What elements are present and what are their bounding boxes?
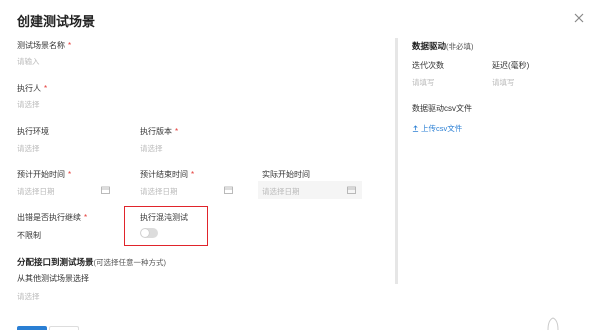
chaos-test-toggle[interactable]: [140, 228, 158, 238]
cancel-button[interactable]: [49, 326, 79, 330]
iterations-label: 迭代次数: [412, 61, 444, 70]
iterations-input[interactable]: 请填写: [412, 77, 435, 88]
confirm-button[interactable]: [17, 326, 47, 330]
upload-icon: [412, 125, 419, 132]
chaos-test-label: 执行混沌测试: [140, 213, 188, 222]
calendar-icon[interactable]: [224, 186, 233, 194]
plan-start-label: 预计开始时间 *: [17, 170, 72, 179]
continue-on-error-select[interactable]: 不限制: [17, 230, 41, 241]
env-label: 执行环境: [17, 127, 49, 136]
actual-start-date-input[interactable]: 请选择日期: [262, 186, 300, 197]
dialog-title: 创建测试场景: [17, 14, 96, 29]
from-existing-label: 从其他测试场景选择: [17, 274, 89, 283]
csv-file-label: 数据驱动csv文件: [412, 104, 472, 113]
feedback-icon[interactable]: [545, 316, 561, 330]
upload-csv-label: 上传csv文件: [421, 124, 463, 133]
delay-input[interactable]: 请填写: [492, 77, 515, 88]
calendar-icon[interactable]: [347, 186, 356, 194]
data-driven-title: 数据驱动(非必填): [412, 41, 474, 51]
version-select[interactable]: 请选择: [140, 143, 163, 154]
executor-select[interactable]: 请选择: [17, 99, 40, 110]
env-select[interactable]: 请选择: [17, 143, 40, 154]
scene-name-label: 测试场景名称 *: [17, 41, 72, 50]
executor-label: 执行人 *: [17, 84, 48, 93]
from-existing-select[interactable]: 请选择: [17, 291, 40, 302]
actual-start-label: 实际开始时间: [262, 170, 310, 179]
plan-end-label: 预计结束时间 *: [140, 170, 195, 179]
scene-name-input[interactable]: 请输入: [17, 56, 40, 67]
upload-csv-button[interactable]: 上传csv文件: [412, 123, 462, 134]
continue-on-error-label: 出错是否执行继续 *: [17, 213, 88, 222]
assign-section-title: 分配接口到测试场景(可选择任意一种方式): [17, 257, 167, 267]
plan-start-date-input[interactable]: 请选择日期: [17, 186, 55, 197]
toggle-knob: [141, 229, 149, 237]
delay-label: 延迟(毫秒): [492, 61, 530, 70]
column-divider: [395, 38, 398, 284]
calendar-icon[interactable]: [101, 186, 110, 194]
close-icon[interactable]: [573, 12, 585, 24]
version-label: 执行版本 *: [140, 127, 179, 136]
plan-end-date-input[interactable]: 请选择日期: [140, 186, 178, 197]
